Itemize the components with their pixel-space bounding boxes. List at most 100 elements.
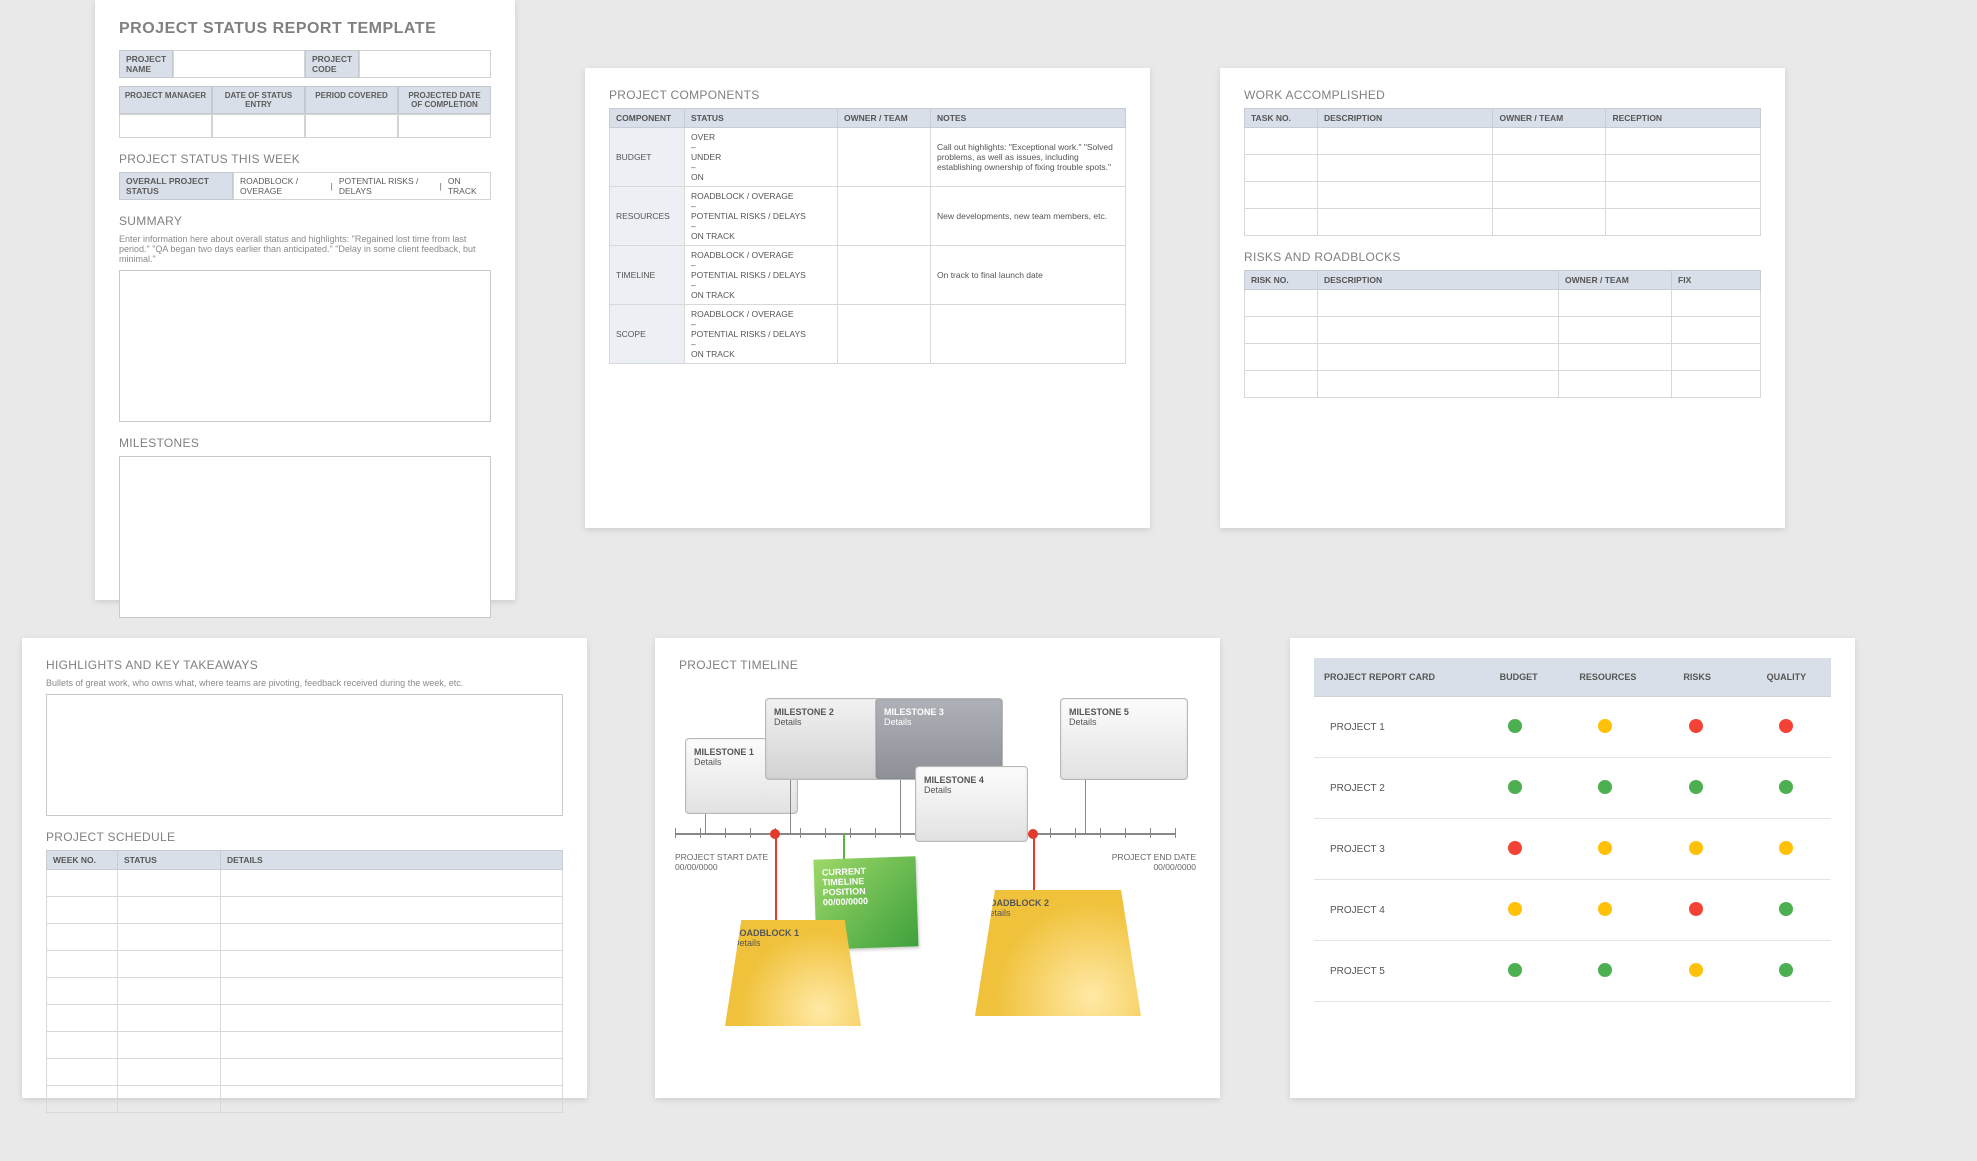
field-proj-mgr-label: PROJECT MANAGER — [119, 86, 212, 114]
col-notes: NOTES — [931, 109, 1126, 128]
status-dot-cell — [1560, 780, 1650, 797]
status-dot-cell — [1470, 841, 1560, 858]
col-component: COMPONENT — [610, 109, 685, 128]
work-title: WORK ACCOMPLISHED — [1244, 88, 1761, 102]
status-week-title: PROJECT STATUS THIS WEEK — [119, 152, 491, 166]
report-card-label: PROJECT REPORT CARD — [1314, 658, 1474, 697]
status-dot-cell — [1741, 841, 1831, 858]
timeline-start: PROJECT START DATE00/00/0000 — [675, 852, 768, 872]
page-report-card: PROJECT REPORT CARD BUDGET RESOURCES RIS… — [1290, 638, 1855, 1098]
status-dot-cell — [1651, 902, 1741, 919]
summary-hint: Enter information here about overall sta… — [119, 234, 491, 264]
status-dot-cell — [1470, 780, 1560, 797]
row-resources: RESOURCES — [610, 187, 685, 246]
risks-title: RISKS AND ROADBLOCKS — [1244, 250, 1761, 264]
page-title: PROJECT STATUS REPORT TEMPLATE — [119, 20, 491, 38]
field-project-name-value[interactable] — [173, 50, 305, 78]
status-dot-icon — [1508, 719, 1522, 733]
status-dot-icon — [1689, 963, 1703, 977]
status-dot-icon — [1689, 841, 1703, 855]
status-dot-cell — [1470, 902, 1560, 919]
report-header-row: PROJECT REPORT CARD BUDGET RESOURCES RIS… — [1314, 658, 1831, 697]
status-dot-cell — [1741, 780, 1831, 797]
status-dot-icon — [1689, 719, 1703, 733]
highlights-hint: Bullets of great work, who owns what, wh… — [46, 678, 563, 688]
field-project-name-label: PROJECT NAME — [119, 50, 173, 78]
milestones-box[interactable] — [119, 456, 491, 618]
report-row: PROJECT 4 — [1314, 880, 1831, 941]
col-quality: QUALITY — [1742, 658, 1831, 697]
status-dot-icon — [1598, 841, 1612, 855]
overall-status-label: OVERALL PROJECT STATUS — [119, 172, 233, 200]
milestone-4: MILESTONE 4Details — [915, 766, 1028, 842]
report-project-label: PROJECT 3 — [1314, 844, 1470, 855]
components-table: COMPONENT STATUS OWNER / TEAM NOTES BUDG… — [609, 108, 1126, 364]
col-risks: RISKS — [1653, 658, 1742, 697]
col-owner: OWNER / TEAM — [838, 109, 931, 128]
status-dot-icon — [1508, 780, 1522, 794]
page-highlights: HIGHLIGHTS AND KEY TAKEAWAYS Bullets of … — [22, 638, 587, 1098]
schedule-table: WEEK NO.STATUSDETAILS — [46, 850, 563, 1113]
status-dot-icon — [1598, 719, 1612, 733]
report-row: PROJECT 5 — [1314, 941, 1831, 1002]
report-row: PROJECT 1 — [1314, 697, 1831, 758]
status-dot-cell — [1741, 963, 1831, 980]
status-dot-icon — [1508, 963, 1522, 977]
row-scope: SCOPE — [610, 305, 685, 364]
summary-box[interactable] — [119, 270, 491, 422]
status-dot-cell — [1651, 841, 1741, 858]
risks-table: RISK NO.DESCRIPTIONOWNER / TEAMFIX — [1244, 270, 1761, 398]
status-dot-icon — [1508, 841, 1522, 855]
status-dot-icon — [1779, 841, 1793, 855]
status-dot-cell — [1470, 719, 1560, 736]
field-project-code-value[interactable] — [359, 50, 491, 78]
report-project-label: PROJECT 1 — [1314, 722, 1470, 733]
table-row[interactable] — [1245, 128, 1318, 155]
work-table: TASK NO.DESCRIPTIONOWNER / TEAMRECEPTION — [1244, 108, 1761, 236]
roadblock-1: ROADBLOCK 1Details — [725, 920, 861, 1026]
field-period-value[interactable] — [305, 114, 398, 138]
status-dot-cell — [1651, 719, 1741, 736]
milestone-5: MILESTONE 5Details — [1060, 698, 1188, 780]
report-project-label: PROJECT 4 — [1314, 905, 1470, 916]
status-dot-icon — [1779, 902, 1793, 916]
field-date-entry-value[interactable] — [212, 114, 305, 138]
milestones-title: MILESTONES — [119, 436, 491, 450]
col-resources: RESOURCES — [1563, 658, 1652, 697]
roadblock-icon — [770, 829, 780, 839]
field-project-code-label: PROJECT CODE — [305, 50, 359, 78]
status-dot-icon — [1779, 780, 1793, 794]
field-date-entry-label: DATE OF STATUS ENTRY — [212, 86, 305, 114]
highlights-box[interactable] — [46, 694, 563, 816]
summary-title: SUMMARY — [119, 214, 491, 228]
status-dot-cell — [1470, 963, 1560, 980]
field-mgr-value[interactable] — [119, 114, 212, 138]
highlights-title: HIGHLIGHTS AND KEY TAKEAWAYS — [46, 658, 563, 672]
status-dot-cell — [1560, 902, 1650, 919]
status-dot-icon — [1598, 902, 1612, 916]
roadblock-2: ROADBLOCK 2Details — [975, 890, 1141, 1016]
opt-roadblock: ROADBLOCK / OVERAGE — [240, 176, 325, 196]
timeline-end: PROJECT END DATE00/00/0000 — [1112, 852, 1196, 872]
status-dot-icon — [1508, 902, 1522, 916]
status-dot-cell — [1560, 719, 1650, 736]
field-proj-date-label: PROJECTED DATE OF COMPLETION — [398, 86, 491, 114]
page-status-report: PROJECT STATUS REPORT TEMPLATE PROJECT N… — [95, 0, 515, 600]
milestone-2: MILESTONE 2Details — [765, 698, 893, 780]
schedule-title: PROJECT SCHEDULE — [46, 830, 563, 844]
field-proj-date-value[interactable] — [398, 114, 491, 138]
opt-ontrack: ON TRACK — [448, 176, 484, 196]
report-project-label: PROJECT 5 — [1314, 966, 1470, 977]
status-dot-cell — [1560, 963, 1650, 980]
overall-status-opts: ROADBLOCK / OVERAGE | POTENTIAL RISKS / … — [233, 172, 491, 200]
components-title: PROJECT COMPONENTS — [609, 88, 1126, 102]
status-dot-icon — [1598, 780, 1612, 794]
status-dot-cell — [1651, 780, 1741, 797]
status-dot-cell — [1741, 902, 1831, 919]
report-row: PROJECT 2 — [1314, 758, 1831, 819]
report-row: PROJECT 3 — [1314, 819, 1831, 880]
timeline-title: PROJECT TIMELINE — [679, 658, 1196, 672]
page-work-risks: WORK ACCOMPLISHED TASK NO.DESCRIPTIONOWN… — [1220, 68, 1785, 528]
status-dot-icon — [1689, 902, 1703, 916]
page-timeline: PROJECT TIMELINE /* ticks generated belo… — [655, 638, 1220, 1098]
